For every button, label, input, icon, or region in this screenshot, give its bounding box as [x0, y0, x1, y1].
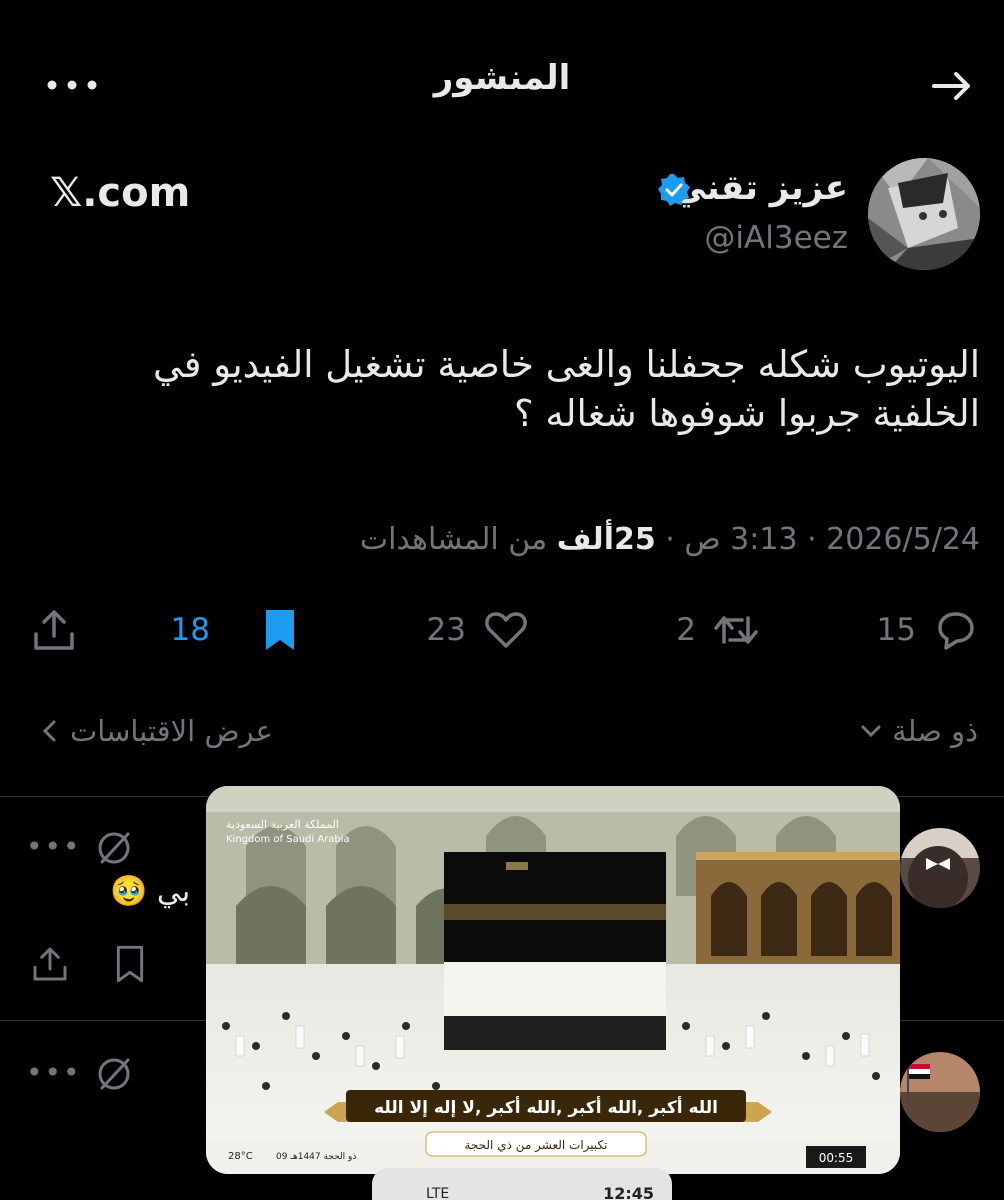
author-name[interactable]: عزيز تقني	[672, 168, 848, 208]
more-options-icon[interactable]	[44, 70, 100, 100]
repost-count: 2	[676, 612, 696, 648]
phone-status-preview: LTE 12:45	[372, 1168, 672, 1200]
video-pip-player[interactable]: المملكة العربية السعودية Kingdom of Saud…	[206, 786, 900, 1174]
page-title: المنشور	[433, 58, 571, 98]
heart-icon	[485, 612, 527, 648]
video-temperature: 28°C	[228, 1151, 253, 1162]
verified-badge-icon	[658, 174, 690, 206]
reply-avatar[interactable]	[900, 828, 980, 908]
tweet-date: 2026/5/24	[826, 522, 980, 557]
country-label-ar: المملكة العربية السعودية	[226, 818, 339, 831]
video-subtitle: تكبيرات العشر من ذي الحجة	[464, 1138, 607, 1153]
video-frame: المملكة العربية السعودية Kingdom of Saud…	[206, 786, 900, 1174]
reply-bookmark-icon[interactable]	[110, 944, 150, 984]
reply-avatar[interactable]	[900, 1052, 980, 1132]
tweet-time: 3:13 ص	[684, 522, 798, 557]
reply-icon	[938, 612, 974, 650]
views-count: 25ألف	[556, 522, 656, 557]
reply-more-icon[interactable]: •••	[26, 1056, 82, 1089]
video-banner-text: الله أكبر ,الله أكبر ,الله أكبر ,لا إله …	[374, 1096, 718, 1118]
reply-text: بي 🥹	[110, 874, 191, 909]
view-quotes-label: عرض الاقتباسات	[70, 714, 273, 748]
relevance-sort-dropdown[interactable]: ذو صلة	[858, 714, 978, 748]
grok-icon[interactable]	[94, 1054, 134, 1094]
tweet-text-line-2: الخلفية جربوا شوفوها شغاله ؟	[513, 392, 980, 435]
bookmark-filled-icon	[266, 610, 294, 650]
bookmark-button[interactable]: 18	[167, 600, 304, 660]
repost-icon	[714, 616, 758, 644]
clock-label: 12:45	[603, 1184, 654, 1200]
network-label: LTE	[426, 1186, 450, 1200]
author-avatar[interactable]	[868, 158, 980, 270]
reply-share-icon[interactable]	[30, 944, 70, 984]
country-label-en: Kingdom of Saudi Arabia	[226, 834, 350, 845]
bookmark-count: 18	[170, 612, 210, 648]
view-quotes-link[interactable]: عرض الاقتباسات	[38, 714, 273, 748]
share-button[interactable]	[30, 600, 78, 660]
grok-icon[interactable]	[94, 828, 134, 868]
like-button[interactable]: 23	[423, 600, 530, 660]
tweet-text-line-1: اليوتيوب شكله جحفلنا والغى خاصية تشغيل ا…	[152, 343, 980, 386]
x-com-label: 𝕏.com	[50, 170, 191, 216]
back-arrow-icon[interactable]	[928, 62, 976, 110]
video-hijri-date: 09 ذو الحجة 1447هـ	[276, 1152, 356, 1162]
reply-button[interactable]: 15	[873, 600, 980, 660]
chevron-down-icon	[861, 725, 881, 738]
reply-more-icon[interactable]: •••	[26, 830, 82, 863]
repost-button[interactable]: 2	[672, 600, 760, 660]
share-icon	[34, 610, 74, 650]
chevron-left-icon	[42, 720, 56, 742]
relevance-label: ذو صلة	[892, 714, 978, 748]
like-count: 23	[426, 612, 466, 648]
tweet-meta: 2026/5/24 · 3:13 ص · 25ألف من المشاهدات	[359, 522, 980, 557]
video-elapsed-time: 00:55	[819, 1151, 854, 1165]
tweet-text: اليوتيوب شكله جحفلنا والغى خاصية تشغيل ا…	[40, 340, 980, 438]
reply-count: 15	[876, 612, 916, 648]
views-label: من المشاهدات	[359, 522, 548, 557]
author-handle[interactable]: @iAl3eez	[704, 220, 848, 256]
